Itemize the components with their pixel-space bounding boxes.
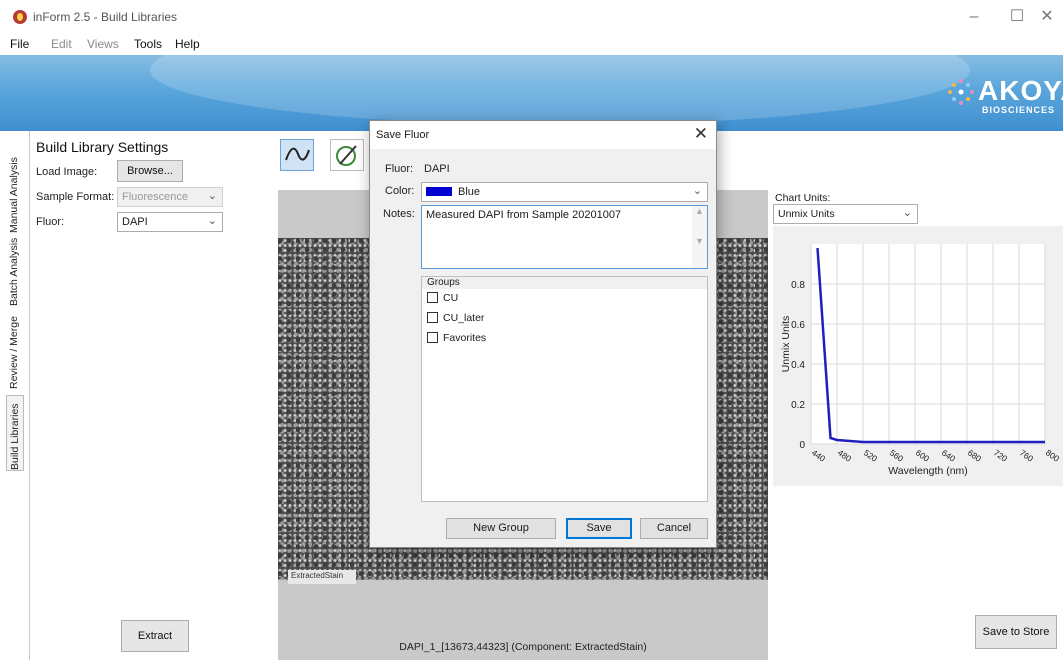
chevron-down-icon: ⌄ bbox=[207, 190, 217, 202]
menu-views[interactable]: Views bbox=[87, 37, 119, 51]
y-tick-label: 0 bbox=[799, 440, 805, 451]
checkbox-icon[interactable] bbox=[427, 292, 438, 303]
dialog-title: Save Fluor bbox=[376, 129, 430, 141]
x-tick-label: 640 bbox=[940, 447, 958, 463]
menu-edit[interactable]: Edit bbox=[51, 37, 72, 51]
save-fluor-dialog: Save Fluor ✕ Fluor: DAPI Color: Blue ⌄ N… bbox=[369, 120, 717, 548]
component-tag: ExtractedStain bbox=[288, 570, 356, 584]
x-tick-label: 720 bbox=[992, 447, 1010, 463]
spectrum-chart-panel: 0 0.2 0.4 0.6 0.8 440 480 520 560 600 640 680 720 760… bbox=[773, 226, 1063, 486]
x-axis-label: Wavelength (nm) bbox=[888, 465, 968, 477]
fluor-select[interactable]: DAPI ⌄ bbox=[117, 212, 223, 232]
dialog-fluor-value: DAPI bbox=[424, 163, 450, 175]
tab-label: Build Libraries bbox=[9, 403, 21, 470]
menu-bar: File Edit Views Tools Help bbox=[0, 34, 1063, 54]
tab-review-merge[interactable]: Review / Merge bbox=[6, 309, 24, 389]
logo-text: AKOYA bbox=[978, 75, 1063, 106]
close-window-button[interactable]: ✕ bbox=[1033, 6, 1061, 28]
x-tick-label: 760 bbox=[1018, 447, 1036, 463]
tab-batch-analysis[interactable]: Batch Analysis bbox=[6, 236, 24, 306]
checkbox-icon[interactable] bbox=[427, 332, 438, 343]
dialog-fluor-label: Fluor: bbox=[385, 163, 414, 175]
sample-format-label: Sample Format: bbox=[36, 191, 115, 203]
vertical-tab-strip: Manual Analysis Batch Analysis Review / … bbox=[0, 131, 30, 660]
dialog-close-button[interactable]: ✕ bbox=[694, 124, 708, 144]
spectrum-tool-button[interactable] bbox=[280, 139, 314, 171]
save-button[interactable]: Save bbox=[566, 518, 632, 539]
notes-text: Measured DAPI from Sample 20201007 bbox=[426, 209, 622, 221]
sample-format-value: Fluorescence bbox=[122, 191, 189, 203]
pencil-circle-icon bbox=[336, 145, 357, 166]
menu-help[interactable]: Help bbox=[175, 37, 200, 51]
dialog-color-label: Color: bbox=[385, 185, 415, 197]
load-image-label: Load Image: bbox=[36, 166, 98, 178]
dialog-title-bar: Save Fluor ✕ bbox=[370, 121, 716, 149]
notes-textarea[interactable]: Measured DAPI from Sample 20201007 ▲ ▼ bbox=[421, 205, 708, 269]
maximize-button[interactable]: ☐ bbox=[1003, 6, 1031, 28]
color-value: Blue bbox=[458, 186, 481, 198]
group-label: Favorites bbox=[443, 332, 487, 344]
checkbox-icon[interactable] bbox=[427, 312, 438, 323]
tab-manual-analysis[interactable]: Manual Analysis bbox=[6, 135, 24, 233]
color-select[interactable]: Blue ⌄ bbox=[421, 182, 708, 202]
notes-scrollbar[interactable]: ▲ ▼ bbox=[692, 206, 707, 268]
sample-format-select[interactable]: Fluorescence ⌄ bbox=[117, 187, 223, 207]
chart-units-select[interactable]: Unmix Units ⌄ bbox=[773, 204, 918, 224]
group-item-favorites[interactable]: Favorites bbox=[427, 332, 486, 344]
x-tick-label: 800 bbox=[1044, 447, 1062, 463]
cancel-button[interactable]: Cancel bbox=[640, 518, 708, 539]
x-tick-label: 480 bbox=[836, 447, 854, 463]
chart-units-label: Chart Units: bbox=[775, 192, 831, 204]
group-label: CU bbox=[443, 292, 459, 304]
plot-area bbox=[811, 244, 1045, 444]
notes-label: Notes: bbox=[383, 208, 415, 220]
y-tick-label: 0.6 bbox=[791, 320, 805, 331]
logo-subtitle: BIOSCIENCES bbox=[982, 105, 1056, 115]
tab-label: Batch Analysis bbox=[8, 237, 20, 306]
group-item-cu[interactable]: CU bbox=[427, 292, 458, 304]
x-tick-label: 440 bbox=[810, 447, 828, 463]
window-title: inForm 2.5 - Build Libraries bbox=[33, 10, 178, 24]
group-item-cu-later[interactable]: CU_later bbox=[427, 312, 484, 324]
x-tick-label: 680 bbox=[966, 447, 984, 463]
image-caption: DAPI_1_[13673,44323] (Component: Extract… bbox=[399, 641, 647, 653]
fluor-label: Fluor: bbox=[36, 216, 65, 228]
spectrum-curve-icon bbox=[285, 147, 310, 161]
tab-label: Review / Merge bbox=[8, 316, 20, 389]
new-group-button[interactable]: New Group bbox=[446, 518, 556, 539]
chevron-down-icon: ⌄ bbox=[902, 207, 912, 219]
app-icon bbox=[13, 10, 27, 24]
chevron-down-icon: ⌄ bbox=[692, 185, 702, 197]
y-axis-label: Unmix Units bbox=[780, 316, 792, 373]
extract-button[interactable]: Extract bbox=[121, 620, 189, 652]
y-tick-label: 0.2 bbox=[791, 400, 805, 411]
chart-units-value: Unmix Units bbox=[778, 208, 835, 220]
spectrum-chart: 0 0.2 0.4 0.6 0.8 440 480 520 560 600 640 680 720 760… bbox=[780, 244, 1062, 477]
banner-swoosh bbox=[150, 55, 970, 125]
fluor-value: DAPI bbox=[122, 216, 148, 228]
browse-button[interactable]: Browse... bbox=[117, 160, 183, 182]
groups-header: Groups bbox=[422, 277, 707, 289]
settings-title: Build Library Settings bbox=[36, 139, 169, 155]
y-tick-label: 0.8 bbox=[791, 280, 805, 291]
menu-file[interactable]: File bbox=[10, 37, 29, 51]
title-bar: inForm 2.5 - Build Libraries – ☐ ✕ bbox=[0, 0, 1063, 34]
x-tick-label: 520 bbox=[862, 447, 880, 463]
group-label: CU_later bbox=[443, 312, 485, 324]
save-to-store-button[interactable]: Save to Store bbox=[975, 615, 1057, 649]
tab-build-libraries[interactable]: Build Libraries bbox=[6, 395, 24, 471]
x-tick-label: 560 bbox=[888, 447, 906, 463]
y-tick-label: 0.4 bbox=[791, 360, 805, 371]
groups-list: Groups CU CU_later Favorites bbox=[421, 276, 708, 502]
color-swatch bbox=[426, 187, 452, 196]
tab-label: Manual Analysis bbox=[8, 157, 20, 233]
x-tick-label: 600 bbox=[914, 447, 932, 463]
draw-tool-button[interactable] bbox=[330, 139, 364, 171]
akoya-logo-icon bbox=[948, 79, 974, 105]
minimize-button[interactable]: – bbox=[960, 6, 988, 28]
chevron-down-icon: ⌄ bbox=[207, 215, 217, 227]
menu-tools[interactable]: Tools bbox=[134, 37, 162, 51]
